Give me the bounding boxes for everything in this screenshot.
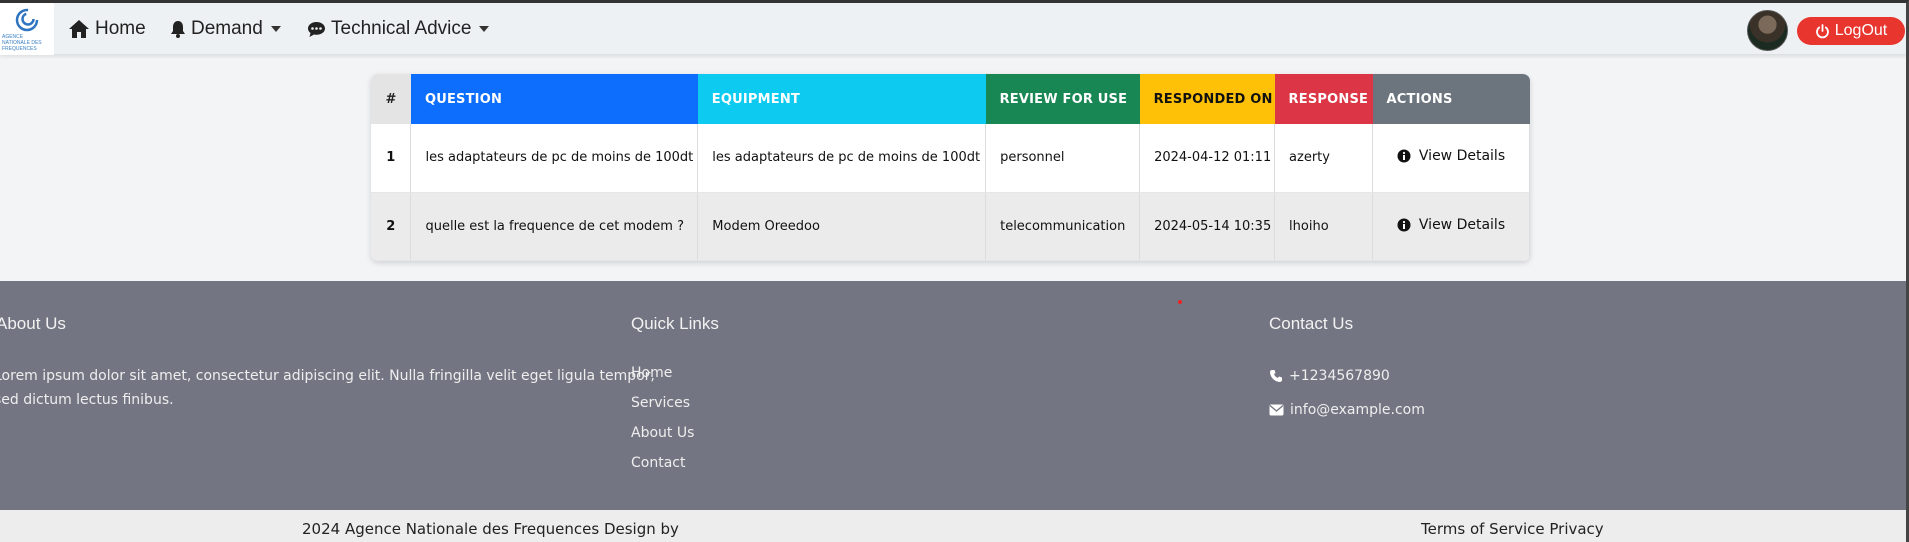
view-details-label: View Details — [1418, 148, 1506, 165]
question-cell: les adaptateurs de pc de moins de 100dt — [410, 124, 699, 193]
responses-table: # QUESTION EQUIPMENT REVIEW FOR USE RESP… — [371, 74, 1530, 261]
footer: About Us Lorem ipsum dolor sit amet, con… — [0, 281, 1906, 510]
footer-link-home[interactable]: Home — [631, 365, 672, 381]
footer-link-contact[interactable]: Contact — [631, 455, 685, 471]
view-details-button[interactable]: View Details — [1397, 148, 1505, 164]
column-header-number: # — [371, 74, 411, 124]
envelope-icon — [1269, 404, 1284, 416]
nav-home-label: Home — [95, 18, 146, 39]
copyright-bar: 2024 Agence Nationale des Frequences Des… — [0, 510, 1906, 542]
phone-icon — [1270, 370, 1282, 382]
logout-button[interactable]: LogOut — [1797, 17, 1905, 45]
nav-demand-dropdown[interactable]: Demand — [170, 17, 281, 41]
nav-technical-advice-dropdown[interactable]: Technical Advice — [307, 17, 490, 41]
footer-link-about-us[interactable]: About Us — [631, 425, 694, 441]
power-icon — [1815, 23, 1829, 38]
nav-home[interactable]: Home — [68, 17, 146, 41]
contact-phone-text: +1234567890 — [1289, 368, 1390, 384]
about-us-text-line-1: Lorem ipsum dolor sit amet, consectetur … — [0, 368, 655, 384]
about-us-heading: About Us — [0, 314, 66, 333]
contact-email: info@example.com — [1269, 402, 1425, 418]
user-avatar[interactable] — [1747, 10, 1788, 51]
row-number: 1 — [371, 124, 412, 193]
logout-label: LogOut — [1834, 22, 1888, 39]
actions-cell: View Details — [1372, 192, 1530, 261]
copyright-text: 2024 Agence Nationale des Frequences Des… — [302, 520, 679, 538]
nav-demand-label: Demand — [191, 18, 263, 39]
column-header-question: QUESTION — [410, 74, 698, 124]
column-header-review: REVIEW FOR USE — [985, 74, 1140, 124]
question-cell: quelle est la frequence de cet modem ? — [410, 192, 699, 261]
row-number: 2 — [371, 192, 412, 261]
column-header-response: RESPONSE — [1274, 74, 1373, 124]
footer-link-services[interactable]: Services — [631, 395, 690, 411]
chevron-down-icon — [479, 26, 490, 32]
table-row: 2 quelle est la frequence de cet modem ?… — [371, 192, 1530, 261]
comment-dots-icon — [308, 21, 325, 37]
column-header-responded-on: RESPONDED ON — [1139, 74, 1275, 124]
column-header-equipment: EQUIPMENT — [697, 74, 986, 124]
about-us-text-line-2: sed dictum lectus finibus. — [0, 392, 174, 408]
review-cell: personnel — [985, 124, 1141, 193]
column-header-actions: ACTIONS — [1372, 74, 1530, 124]
navbar: AGENCE NATIONALE DES FREQUENCES Home Dem… — [0, 3, 1906, 55]
logo-text: AGENCE NATIONALE DES FREQUENCES — [2, 34, 42, 52]
contact-email-text: info@example.com — [1290, 402, 1425, 418]
info-circle-icon — [1397, 218, 1411, 231]
responses-table-card: # QUESTION EQUIPMENT REVIEW FOR USE RESP… — [371, 74, 1530, 261]
nav-technical-advice-label: Technical Advice — [331, 18, 472, 39]
responded-on-cell: 2024-04-12 01:11 — [1139, 124, 1276, 193]
chevron-down-icon — [270, 26, 281, 32]
actions-cell: View Details — [1372, 124, 1530, 193]
view-details-label: View Details — [1418, 216, 1506, 233]
logo-swirl-icon — [15, 8, 39, 32]
view-details-button[interactable]: View Details — [1397, 217, 1505, 233]
decorative-dot — [1178, 300, 1182, 304]
agency-logo[interactable]: AGENCE NATIONALE DES FREQUENCES — [0, 3, 54, 55]
contact-phone: +1234567890 — [1269, 368, 1390, 384]
home-icon — [69, 20, 89, 38]
quick-links-heading: Quick Links — [631, 314, 719, 333]
table-row: 1 les adaptateurs de pc de moins de 100d… — [371, 124, 1530, 193]
contact-us-heading: Contact Us — [1269, 314, 1354, 333]
table-header-row: # QUESTION EQUIPMENT REVIEW FOR USE RESP… — [371, 74, 1530, 124]
response-cell: azerty — [1274, 124, 1374, 193]
response-cell: lhoiho — [1274, 192, 1374, 261]
equipment-cell: les adaptateurs de pc de moins de 100dt — [697, 124, 987, 193]
bell-icon — [171, 21, 185, 38]
info-circle-icon — [1397, 149, 1411, 163]
page: AGENCE NATIONALE DES FREQUENCES Home Dem… — [0, 0, 1909, 542]
review-cell: telecommunication — [985, 192, 1141, 261]
equipment-cell: Modem Oreedoo — [697, 192, 987, 261]
responded-on-cell: 2024-05-14 10:35 — [1139, 192, 1276, 261]
terms-privacy-link[interactable]: Terms of Service Privacy — [1421, 520, 1604, 538]
